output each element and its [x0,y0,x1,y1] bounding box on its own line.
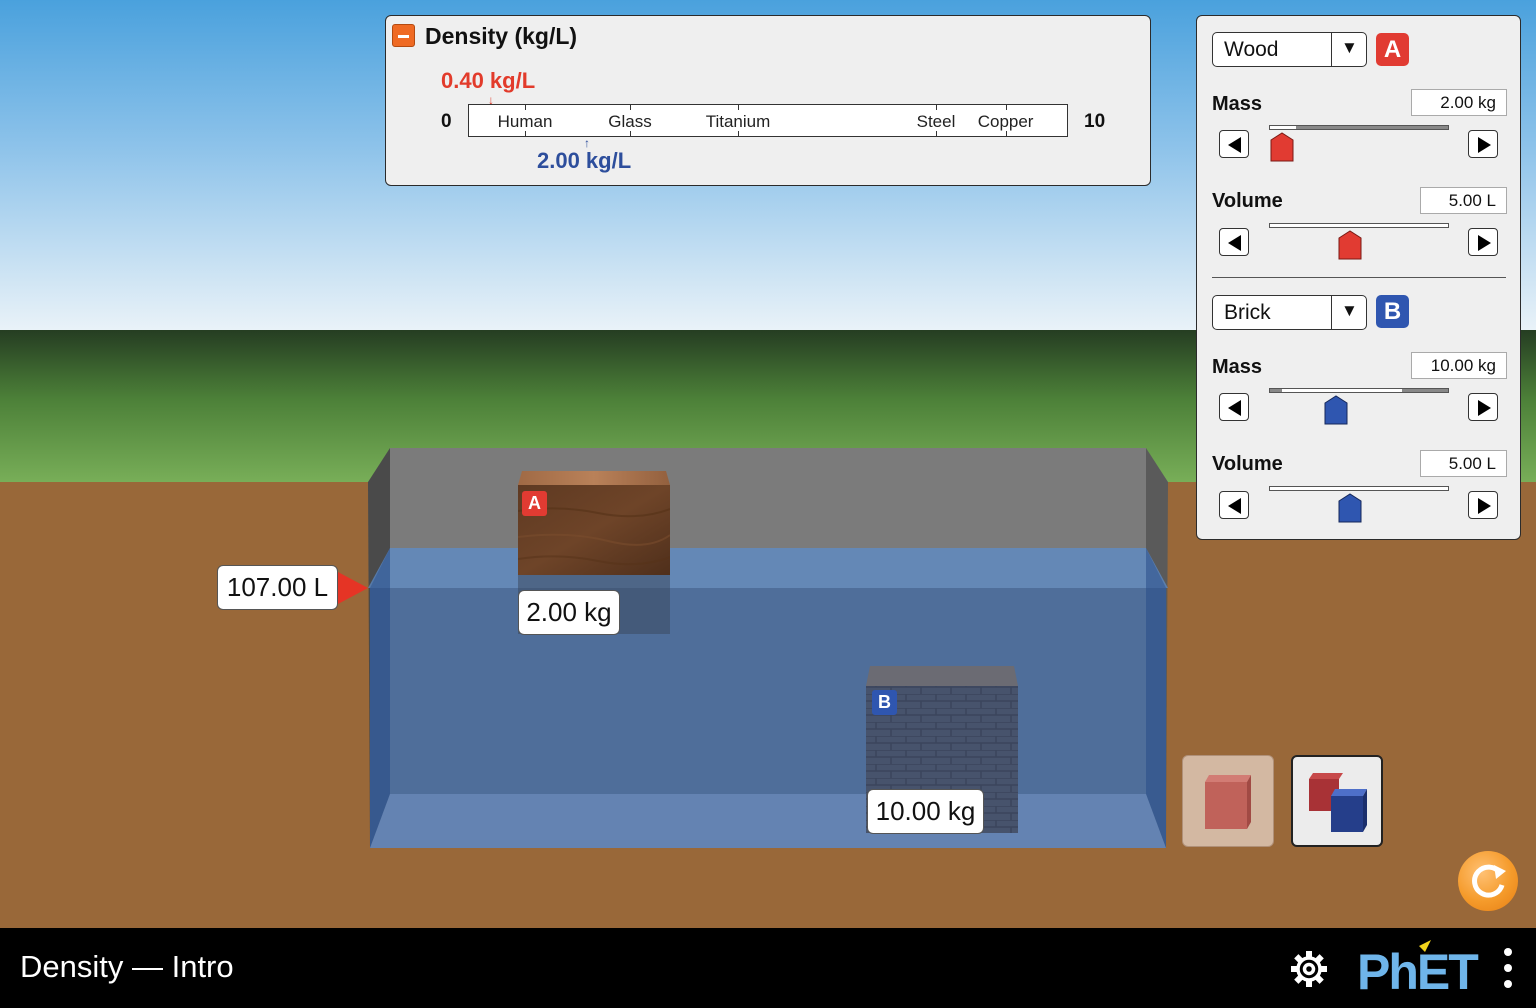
block-b-volume-slider-track[interactable] [1269,486,1449,491]
block-b-density-readout: 2.00 kg/L [537,148,632,173]
block-controls-panel: Wood ▼ A Mass 2.00 kg Volume 5.00 L Bric… [1196,15,1521,540]
block-b-badge-icon: B [1376,295,1409,328]
material-label-titanium: Titanium [705,112,771,131]
material-label-glass: Glass [608,112,652,131]
block-a-mass-readout: 2.00 kg [518,590,620,635]
two-cubes-icon [1309,773,1367,832]
block-b-badge: B [872,690,897,715]
block-a-mass-increment-button[interactable] [1468,130,1498,158]
reset-icon [1472,864,1506,898]
block-a-mass-label: Mass [1212,93,1263,115]
material-tick [936,104,937,110]
block-b-volume-decrement-button[interactable] [1219,491,1249,519]
block-b-mass-value: 10.00 kg [1411,352,1507,379]
more-options-icon[interactable] [1500,948,1516,990]
material-tick [525,131,526,137]
phet-logo-graphic: PhET [1357,940,1480,1000]
block-a-volume-value: 5.00 L [1420,187,1507,214]
block-b-volume-increment-button[interactable] [1468,491,1498,519]
block-b-material-value: Brick [1224,301,1271,324]
density-accordion-panel: Density (kg/L) 0.40 kg/L ↓ 0 10 ↑ 2.00 k… [385,15,1151,186]
block-b-mass-readout: 10.00 kg [867,789,984,834]
block-b-mass-increment-button[interactable] [1468,393,1498,421]
chevron-down-icon: ▼ [1341,301,1358,320]
sim-title: Density — Intro [20,949,234,984]
material-tick [630,104,631,110]
one-block-mode-button[interactable] [1182,755,1274,847]
scale-min-label: 0 [441,111,452,132]
block-b-material-dropdown[interactable]: Brick ▼ [1212,295,1367,330]
block-a-mass-value: 2.00 kg [1411,89,1507,116]
chevron-down-icon: ▼ [1341,38,1358,57]
reset-all-button[interactable] [1458,851,1518,911]
block-a-volume-decrement-button[interactable] [1219,228,1249,256]
material-tick [630,131,631,137]
material-label-steel: Steel [916,112,956,131]
material-tick [1005,131,1007,137]
collapse-icon[interactable] [392,24,415,47]
block-a-material-dropdown[interactable]: Wood ▼ [1212,32,1367,67]
material-tick [525,104,526,110]
block-a-mass-slider-track[interactable] [1269,125,1449,130]
water-level-arrow-icon [338,572,368,604]
block-b-mass-decrement-button[interactable] [1219,393,1249,421]
material-label-copper: Copper [977,112,1034,131]
block-a-density-readout: 0.40 kg/L [441,68,536,93]
gear-icon[interactable] [1289,949,1329,989]
block-b-volume-slider-thumb[interactable] [1338,493,1362,523]
block-a-volume-slider-thumb[interactable] [1338,230,1362,260]
single-cube-icon [1205,775,1251,829]
block-a-mass-decrement-button[interactable] [1219,130,1249,158]
block-b-volume-label: Volume [1212,453,1283,475]
water-volume-readout: 107.00 L [217,565,338,610]
density-panel-title: Density (kg/L) [425,23,578,49]
block-a-mass-slider-thumb[interactable] [1270,132,1294,162]
block-b-mass-label: Mass [1212,356,1263,378]
block-a-material-value: Wood [1224,38,1279,61]
material-tick [1005,104,1007,110]
material-tick [936,131,937,137]
block-a-volume-label: Volume [1212,190,1283,212]
block-a-badge: A [522,491,547,516]
block-a-volume-increment-button[interactable] [1468,228,1498,256]
blocks-divider [1212,277,1506,278]
phet-logo[interactable]: PhET [1357,940,1487,1000]
block-b-mass-slider-track[interactable] [1269,388,1449,393]
block-b-mass-slider-thumb[interactable] [1324,395,1348,425]
material-label-human: Human [497,112,553,131]
block-a-volume-slider-track[interactable] [1269,223,1449,228]
block-b-volume-value: 5.00 L [1420,450,1507,477]
phet-logo-text: PhET [1357,944,1478,996]
block-a-badge-icon: A [1376,33,1409,66]
material-tick [738,131,739,137]
material-tick [738,104,739,110]
scale-max-label: 10 [1084,111,1106,132]
two-blocks-mode-button[interactable] [1291,755,1383,847]
navigation-bar: Density — Intro PhET [0,928,1536,1008]
